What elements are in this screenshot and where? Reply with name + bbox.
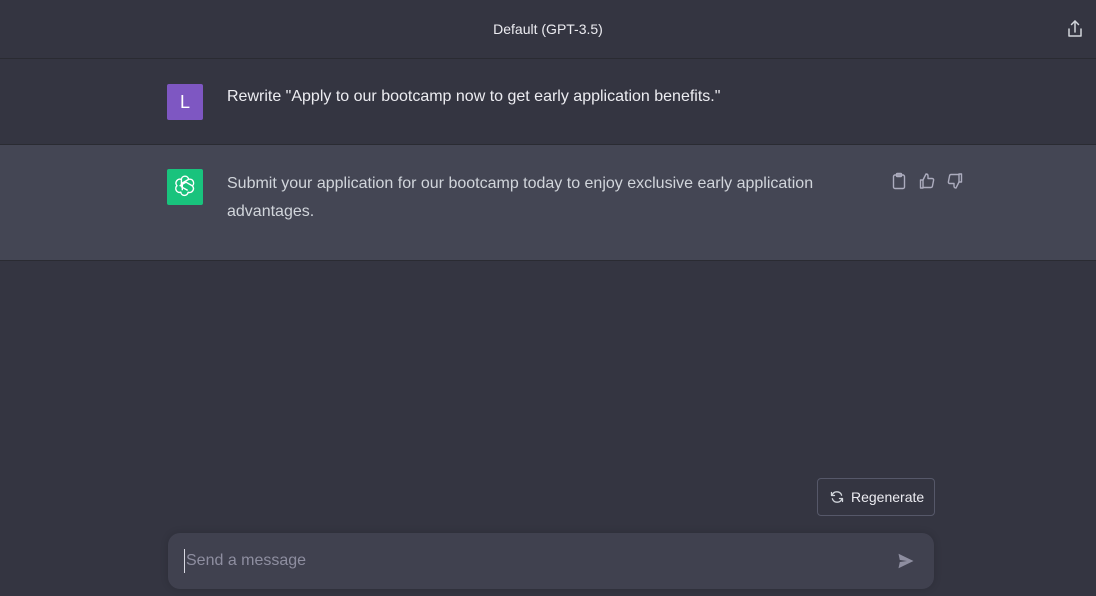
openai-logo-icon	[173, 173, 197, 202]
assistant-message: Submit your application for our bootcamp…	[0, 145, 1096, 261]
copy-icon[interactable]	[890, 172, 908, 190]
user-message: L Rewrite "Apply to our bootcamp now to …	[0, 59, 1096, 145]
user-avatar: L	[167, 84, 203, 120]
send-icon[interactable]	[896, 551, 916, 571]
thumbs-up-icon[interactable]	[918, 172, 936, 190]
assistant-avatar	[167, 169, 203, 205]
top-bar: Default (GPT-3.5)	[0, 0, 1096, 59]
chat-app: Default (GPT-3.5) L Rewrite "Apply to ou…	[0, 0, 1096, 596]
regenerate-label: Regenerate	[851, 489, 925, 505]
share-icon[interactable]	[1066, 19, 1084, 39]
user-message-text: Rewrite "Apply to our bootcamp now to ge…	[227, 88, 721, 105]
thumbs-down-icon[interactable]	[946, 172, 964, 190]
refresh-icon	[830, 490, 844, 504]
message-input[interactable]	[184, 549, 866, 573]
message-actions	[890, 172, 964, 190]
message-composer	[168, 533, 934, 589]
assistant-message-text: Submit your application for our bootcamp…	[227, 175, 814, 220]
user-avatar-letter: L	[179, 91, 190, 112]
regenerate-button[interactable]: Regenerate	[817, 478, 935, 516]
model-title: Default (GPT-3.5)	[493, 21, 603, 37]
